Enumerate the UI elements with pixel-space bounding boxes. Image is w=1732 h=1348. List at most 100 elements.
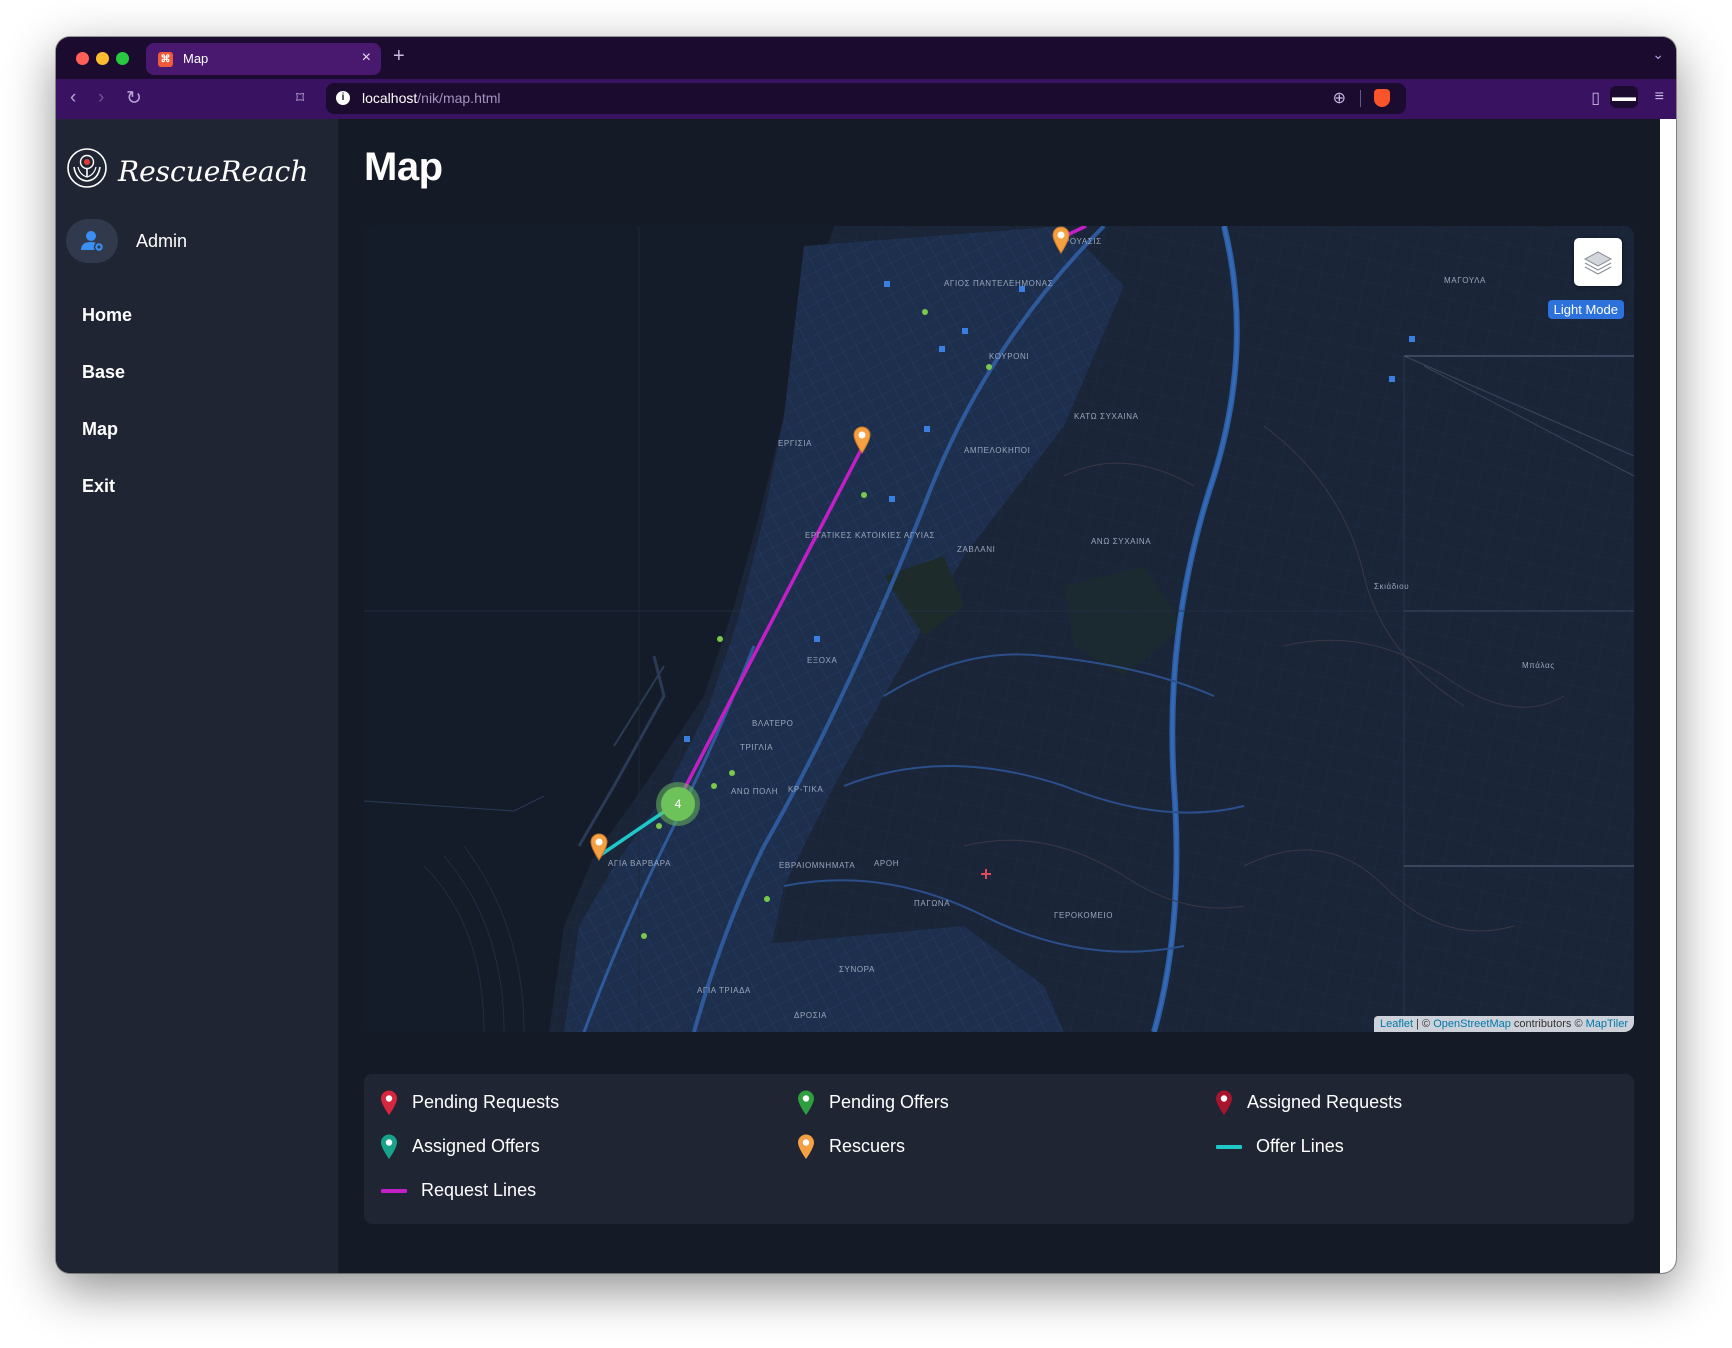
map-label: ΚΑΤΩ ΣΥΧΑΙΝΑ [1074, 412, 1139, 421]
orange-pin-icon [798, 1134, 814, 1159]
url-divider [1360, 90, 1361, 107]
map-label: ΔΡΟΣΙΑ [794, 1011, 827, 1020]
user-settings-icon [81, 231, 105, 253]
map-label: ΕΒΡΑΙΟΜΝΗΜΑΤΑ [779, 861, 855, 870]
zoom-icon[interactable]: ⊕ [1333, 88, 1346, 108]
map-legend: Pending Requests Pending Offers Assigned… [364, 1074, 1634, 1224]
map-label: ΣΥΝΟΡΑ [839, 965, 875, 974]
leaflet-link[interactable]: Leaflet [1380, 1018, 1413, 1030]
legend-offer-lines: Offer Lines [1215, 1134, 1344, 1160]
page-content: RescueReach Admin Home Base Map Exit Map… [56, 119, 1660, 1273]
new-tab-icon[interactable]: + [393, 45, 405, 68]
brand-logo-icon [67, 148, 107, 188]
layers-control-button[interactable] [1574, 238, 1622, 286]
url-path: /nik/map.html [417, 90, 501, 106]
legend-label: Pending Requests [412, 1092, 560, 1112]
map-view[interactable]: ΑΓΙΟΣ ΠΑΝΤΕΛΕΗΜΟΝΑΣ ΚΟΥΡΟΝΙ ΚΑΤΩ ΣΥΧΑΙΝΑ… [364, 226, 1634, 1032]
map-label: ΜΑΓΟΥΛΑ [1444, 276, 1486, 285]
request-line-icon [381, 1189, 407, 1193]
map-label: ΚΡ-ΤΙΚΑ [788, 785, 823, 794]
attribution-contributors: contributors © [1510, 1018, 1586, 1030]
map-label: ΑΡΟΗ [874, 859, 899, 868]
url-host: localhost [362, 90, 418, 106]
map-label: ΚΟΥΡΟΝΙ [989, 352, 1029, 361]
wallet-icon[interactable]: ▬▬ [1610, 86, 1638, 108]
rescuer-marker[interactable] [589, 833, 609, 861]
light-mode-button[interactable]: Light Mode [1547, 300, 1624, 319]
map-label: ΕΡΓΑΤΙΚΕΣ ΚΑΤΟΙΚΙΕΣ ΑΓΥΙΑΣ [805, 531, 935, 540]
map-label: ΓΕΡΟΚΟΜΕΙΟ [1054, 911, 1113, 920]
avatar [66, 219, 118, 263]
cluster-count: 4 [661, 787, 695, 821]
map-label: ΑΝΩ ΣΥΧΑΙΝΑ [1091, 537, 1151, 546]
dark-red-pin-icon [1216, 1090, 1232, 1115]
forward-icon[interactable]: › [98, 87, 104, 109]
bookmark-icon[interactable]: ⌑ [296, 88, 304, 108]
back-icon[interactable]: ‹ [70, 87, 76, 109]
layers-icon [1583, 251, 1613, 275]
maximize-window-button[interactable] [116, 52, 129, 65]
sidebar: RescueReach Admin Home Base Map Exit [56, 119, 338, 1273]
user-name: Admin [136, 231, 188, 251]
map-label: ΤΡΙΓΛΙΑ [740, 743, 773, 752]
chevron-down-icon[interactable]: ⌄ [1652, 46, 1664, 63]
map-label: ΒΛΑΤΕΡΟ [752, 719, 793, 728]
teal-pin-icon [381, 1134, 397, 1159]
sidebar-item-map[interactable]: Map [82, 419, 118, 440]
map-tiles: ΑΓΙΟΣ ΠΑΝΤΕΛΕΗΜΟΝΑΣ ΚΟΥΡΟΝΙ ΚΑΤΩ ΣΥΧΑΙΝΑ… [364, 226, 1634, 1032]
minimize-window-button[interactable] [96, 52, 109, 65]
legend-pending-requests: Pending Requests [380, 1090, 559, 1116]
sidebar-item-exit[interactable]: Exit [82, 476, 115, 497]
sidebar-item-base[interactable]: Base [82, 362, 125, 383]
map-label: ΑΓΙΟΣ ΠΑΝΤΕΛΕΗΜΟΝΑΣ [944, 279, 1053, 288]
close-window-button[interactable] [76, 52, 89, 65]
attribution-sep: | © [1413, 1018, 1434, 1030]
browser-window: ⌘ Map × + ⌄ ‹ › ↻ ⌑ i localhost/nik/map.… [56, 37, 1676, 1273]
red-pin-icon [381, 1090, 397, 1115]
site-info-icon[interactable]: i [336, 91, 350, 105]
scrollbar[interactable] [1660, 119, 1676, 1273]
address-bar[interactable]: i localhost/nik/map.html ⊕ [326, 83, 1406, 114]
map-label: ΕΡΓΙΣΙΑ [778, 439, 812, 448]
legend-label: Offer Lines [1256, 1136, 1344, 1156]
brand-name: RescueReach [118, 155, 309, 188]
tab-map[interactable]: ⌘ Map × [146, 43, 381, 75]
map-label: ΑΓΙΑ ΒΑΡΒΑΡΑ [608, 859, 671, 868]
map-label: Μπάλας [1522, 661, 1555, 670]
legend-assigned-offers: Assigned Offers [380, 1134, 540, 1160]
legend-pending-offers: Pending Offers [797, 1090, 949, 1116]
marker-cluster[interactable]: 4 [656, 782, 700, 826]
sidebar-item-home[interactable]: Home [82, 305, 132, 326]
page-title: Map [364, 145, 443, 189]
legend-label: Request Lines [421, 1180, 537, 1200]
legend-assigned-requests: Assigned Requests [1215, 1090, 1402, 1116]
map-label: ΑΓΙΑ ΤΡΙΑΔΑ [697, 986, 751, 995]
reload-icon[interactable]: ↻ [126, 87, 142, 110]
map-label: ΖΑΒΛΑΝΙ [957, 545, 995, 554]
main: Map ΑΓΙΟΣ ΠΑΝΤΕΛΕΗΜΟΝΑΣ ΚΟΥΡΟΝΙ ΚΑΤΩ ΣΥΧ… [338, 119, 1644, 1273]
rescuer-marker[interactable] [1051, 226, 1071, 254]
navigation-bar: ‹ › ↻ ⌑ i localhost/nik/map.html ⊕ ▯ ▬▬ … [56, 79, 1676, 119]
maptiler-link[interactable]: MapTiler [1586, 1018, 1628, 1030]
legend-label: Assigned Offers [412, 1136, 540, 1156]
rescuer-marker[interactable] [852, 426, 872, 454]
map-label: ΑΝΩ ΠΟΛΗ [731, 787, 778, 796]
tab-favicon-icon: ⌘ [158, 52, 173, 67]
map-label: ΕΞΟΧΑ [807, 656, 837, 665]
tab-close-icon[interactable]: × [362, 49, 371, 67]
tab-bar: ⌘ Map × + ⌄ [56, 37, 1676, 79]
map-label: Σκιάδιου [1374, 582, 1409, 591]
green-pin-icon [798, 1090, 814, 1115]
map-label: ΑΜΠΕΛΟΚΗΠΟΙ [964, 446, 1030, 455]
map-attribution: Leaflet | © OpenStreetMap contributors ©… [1374, 1016, 1634, 1032]
sidebar-toggle-icon[interactable]: ▯ [1591, 88, 1600, 108]
legend-label: Pending Offers [829, 1092, 949, 1112]
offer-line-icon [1216, 1145, 1242, 1149]
legend-request-lines: Request Lines [380, 1178, 536, 1204]
brave-shield-icon[interactable] [1374, 89, 1390, 107]
tab-title: Map [183, 51, 209, 66]
legend-label: Assigned Requests [1247, 1092, 1403, 1112]
osm-link[interactable]: OpenStreetMap [1433, 1018, 1511, 1030]
menu-icon[interactable]: ≡ [1655, 88, 1664, 106]
url-text: localhost/nik/map.html [362, 90, 501, 106]
